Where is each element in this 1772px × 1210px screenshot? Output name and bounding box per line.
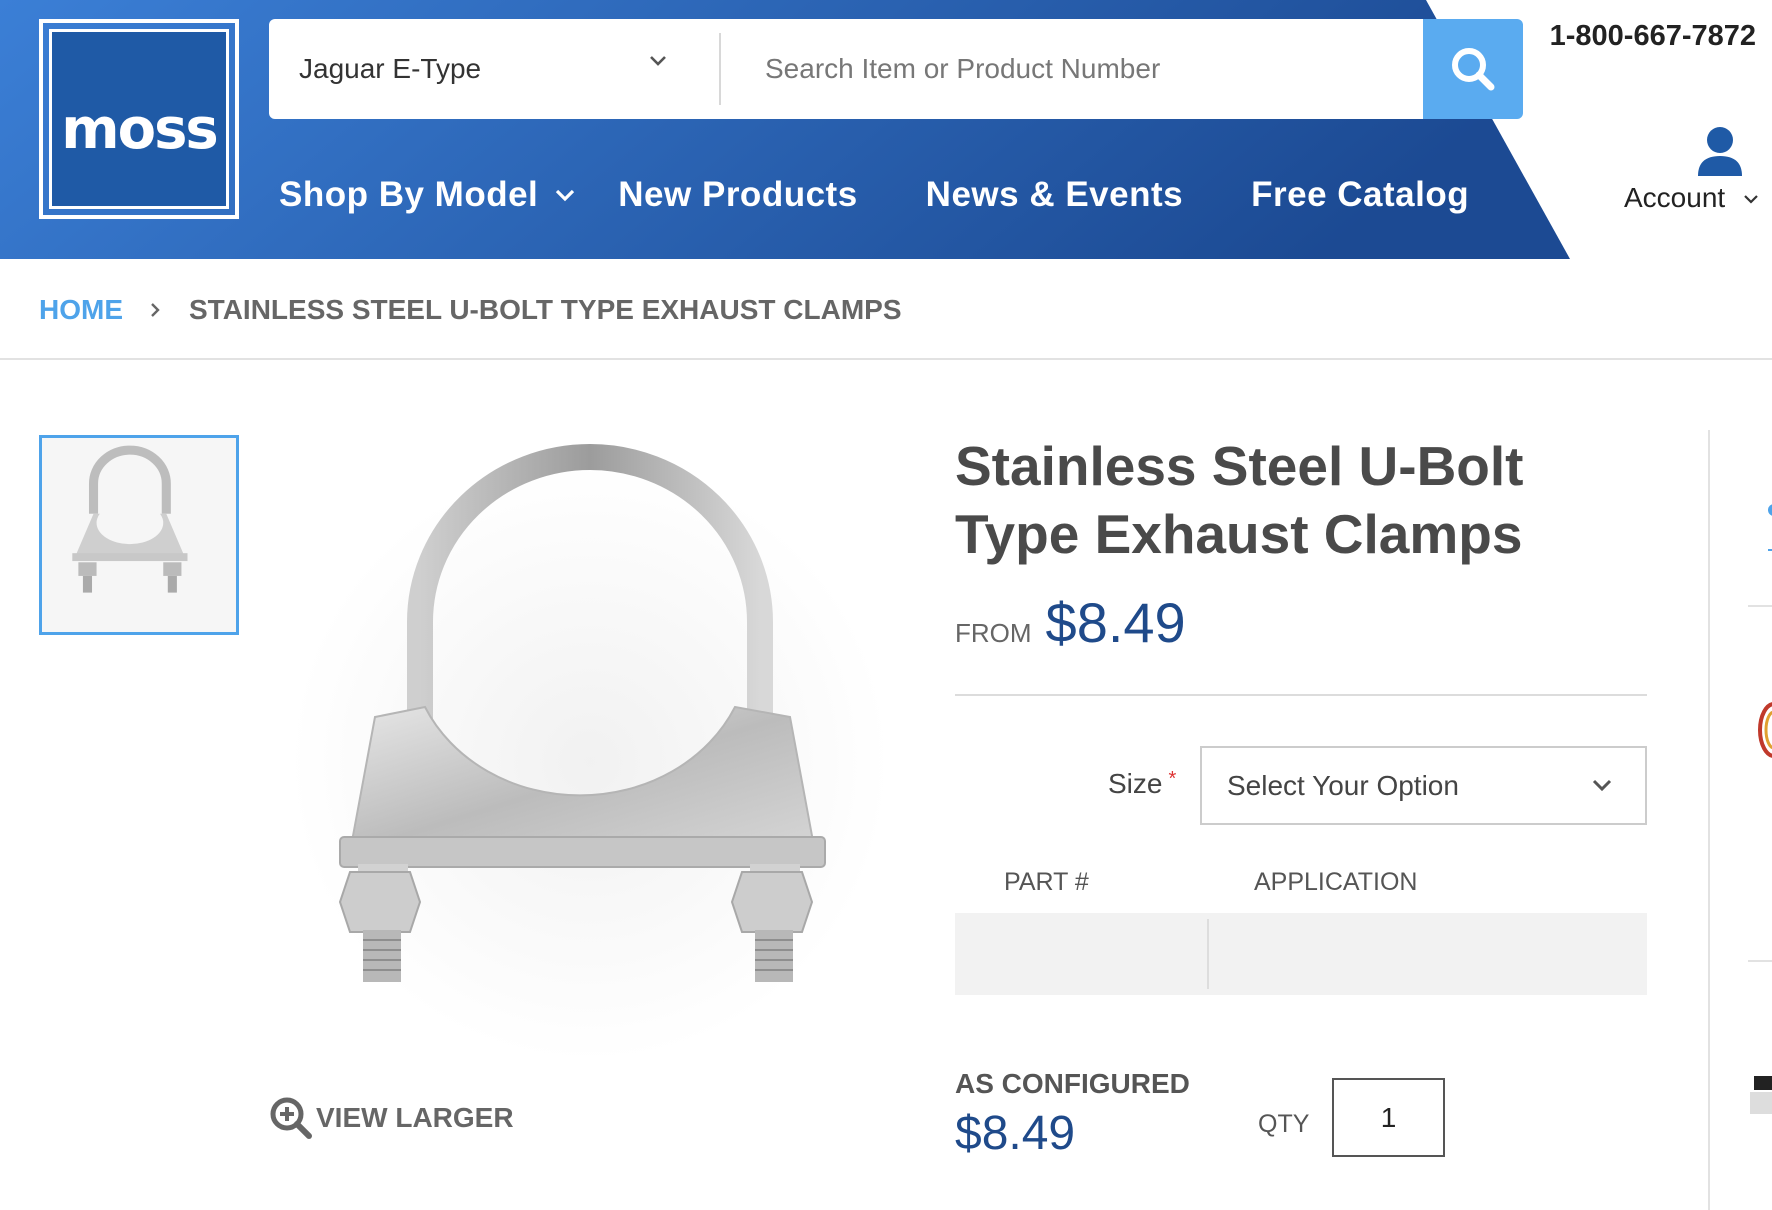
qty-input[interactable] xyxy=(1332,1078,1445,1157)
zoom-in-icon xyxy=(270,1097,312,1139)
table-cell-divider xyxy=(1207,919,1209,989)
from-label: FROM xyxy=(955,618,1032,648)
search-bar: Jaguar E-Type xyxy=(269,19,1523,119)
account-label: Account xyxy=(1624,182,1726,213)
breadcrumb: HOME STAINLESS STEEL U-BOLT TYPE EXHAUST… xyxy=(39,290,902,330)
chevron-down-icon xyxy=(556,189,575,202)
as-configured-label: AS CONFIGURED xyxy=(955,1068,1190,1099)
nav-news-events[interactable]: News & Events xyxy=(926,175,1183,215)
nav-shop-by-model-label: Shop By Model xyxy=(279,175,539,214)
product-main-image[interactable] xyxy=(270,432,910,1072)
size-select-dropdown[interactable]: Select Your Option xyxy=(1200,746,1647,825)
price-divider xyxy=(955,694,1647,696)
main-nav: Shop By Model New Products News & Events… xyxy=(279,170,1469,220)
breadcrumb-divider xyxy=(0,358,1772,360)
size-label: Size * xyxy=(1108,768,1176,800)
account-menu[interactable]: Account xyxy=(1620,122,1772,222)
chevron-down-icon xyxy=(1592,779,1612,792)
view-larger-link[interactable]: VIEW LARGER xyxy=(270,1097,514,1139)
user-icon xyxy=(1698,127,1742,176)
related-product-image xyxy=(1758,702,1772,758)
product-price: $8.49 xyxy=(1045,591,1186,654)
sidebar-divider-line xyxy=(1748,960,1772,962)
table-header-part: PART # xyxy=(1004,868,1089,896)
chevron-right-icon xyxy=(149,294,161,326)
search-button[interactable] xyxy=(1423,19,1523,119)
u-bolt-clamp-image xyxy=(270,432,910,1072)
phone-number[interactable]: 1-800-667-7872 xyxy=(1550,20,1756,53)
sidebar-link-fragment-graphic xyxy=(1768,504,1772,551)
breadcrumb-current: STAINLESS STEEL U-BOLT TYPE EXHAUST CLAM… xyxy=(189,294,902,325)
logo-text: moss xyxy=(61,96,218,162)
breadcrumb-home[interactable]: HOME xyxy=(39,294,123,326)
table-header-application: APPLICATION xyxy=(1254,868,1418,896)
sidebar-divider-line xyxy=(1748,605,1772,607)
size-select-label: Select Your Option xyxy=(1227,769,1459,801)
view-larger-label: VIEW LARGER xyxy=(316,1102,514,1133)
related-product-thumbnail[interactable] xyxy=(1752,690,1772,770)
search-icon xyxy=(1452,48,1495,91)
model-select-label: Jaguar E-Type xyxy=(299,53,482,84)
u-bolt-clamp-thumbnail-image xyxy=(42,438,236,632)
product-thumbnail[interactable] xyxy=(39,435,239,635)
site-header: moss Jaguar E-Type Shop By Model New Pro… xyxy=(0,0,1772,259)
related-product-thumbnail[interactable] xyxy=(1748,1048,1772,1128)
related-product-image xyxy=(1750,1076,1772,1114)
chevron-down-icon xyxy=(650,56,666,66)
sidebar-link-fragment[interactable] xyxy=(1764,500,1772,560)
chevron-down-icon xyxy=(1744,195,1758,204)
search-input[interactable] xyxy=(721,19,1423,119)
qty-label: QTY xyxy=(1258,1110,1310,1138)
size-label-text: Size xyxy=(1108,768,1163,799)
sidebar-divider xyxy=(1708,430,1710,1210)
moss-logo[interactable]: moss xyxy=(39,19,239,219)
product-title: Stainless Steel U-Bolt Type Exhaust Clam… xyxy=(955,435,1524,565)
nav-free-catalog[interactable]: Free Catalog xyxy=(1251,175,1469,215)
nav-new-products[interactable]: New Products xyxy=(618,175,857,215)
configured-price: $8.49 xyxy=(955,1107,1076,1160)
logo-box: moss xyxy=(49,29,229,209)
model-select-dropdown[interactable]: Jaguar E-Type xyxy=(269,19,719,119)
price-row: FROM $8.49 xyxy=(955,590,1186,655)
table-row xyxy=(955,913,1647,995)
required-mark: * xyxy=(1168,768,1177,790)
nav-shop-by-model[interactable]: Shop By Model xyxy=(279,175,576,215)
